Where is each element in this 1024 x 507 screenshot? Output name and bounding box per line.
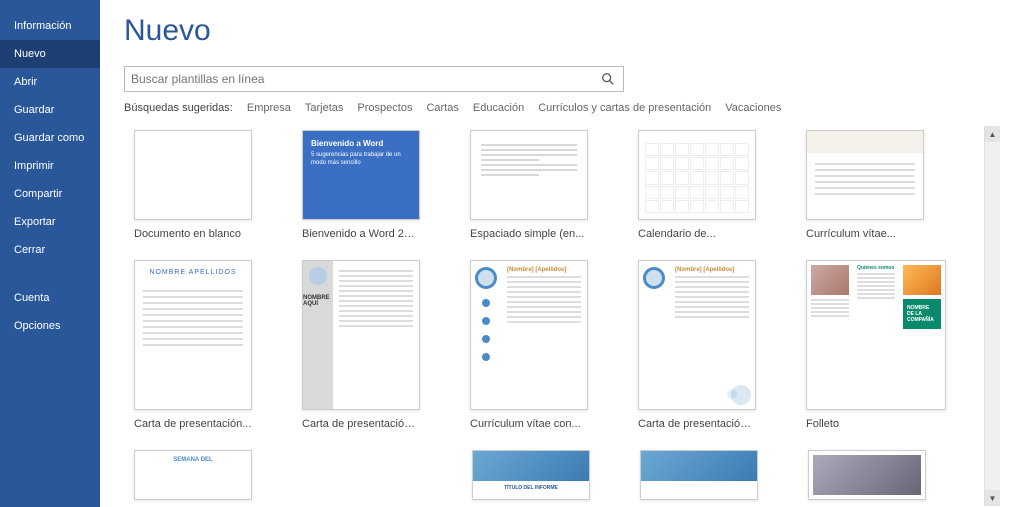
template-cover-letter[interactable]: NOMBRE APELLIDOS Carta de presentación..… (134, 260, 252, 430)
template-label: Carta de presentación c... (638, 418, 756, 430)
template-thumb: Quiénes somos NOMBRE DE LA COMPAÑÍA (806, 260, 946, 410)
sidebar-item-share[interactable]: Compartir (0, 180, 100, 208)
backstage-sidebar: Información Nuevo Abrir Guardar Guardar … (0, 0, 100, 507)
brochure-title: Quiénes somos (857, 265, 895, 271)
template-cover-circles[interactable]: [Nombre] [Apellidos] Carta de presentaci… (638, 260, 756, 430)
suggested-searches: Búsquedas sugeridas: Empresa Tarjetas Pr… (124, 102, 1000, 114)
sidebar-item-save[interactable]: Guardar (0, 96, 100, 124)
template-welcome[interactable]: Bienvenido a Word 5 sugerencias para tra… (302, 130, 420, 240)
template-thumb (134, 130, 252, 220)
template-thumb: TÍTULO DEL INFORME (472, 450, 590, 500)
sidebar-item-options[interactable]: Opciones (0, 312, 100, 340)
cv-name: [Nombre] [Apellidos] (675, 267, 749, 273)
template-label: Currículum vítae... (806, 228, 924, 240)
template-thumb (638, 130, 756, 220)
welcome-title: Bienvenido a Word (311, 139, 411, 148)
template-label: Carta de presentación... (134, 418, 252, 430)
search-icon[interactable] (599, 70, 617, 88)
template-thumb (806, 130, 924, 220)
page-title: Nuevo (124, 14, 1000, 48)
template-cv[interactable]: Currículum vítae... (806, 130, 924, 240)
template-label: Folleto (806, 418, 924, 430)
avatar-circle-icon (475, 267, 497, 289)
template-label: Currículum vítae con... (470, 418, 588, 430)
sidebar-item-saveas[interactable]: Guardar como (0, 124, 100, 152)
template-label: Carta de presentación gr... (302, 418, 420, 430)
report-title: TÍTULO DEL INFORME (473, 481, 589, 495)
template-label: Calendario de... (638, 228, 756, 240)
suggest-link-prospectos[interactable]: Prospectos (357, 102, 412, 114)
suggest-link-curriculos[interactable]: Currículos y cartas de presentación (538, 102, 711, 114)
template-thumb (640, 450, 758, 500)
template-label: Bienvenido a Word 2013 (302, 228, 420, 240)
template-cover-letter-gray[interactable]: NOMBRE AQUÍ Carta de presentación gr... (302, 260, 420, 430)
template-calendar[interactable]: Calendario de... (638, 130, 756, 240)
template-thumb (470, 130, 588, 220)
sidebar-item-info[interactable]: Información (0, 12, 100, 40)
template-thumb (808, 450, 926, 500)
template-week[interactable]: SEMANA DEL (134, 450, 252, 500)
suggested-label: Búsquedas sugeridas: (124, 102, 233, 114)
week-header: SEMANA DEL (135, 451, 251, 463)
cv-name: [Nombre] [Apellidos] (507, 267, 581, 273)
suggest-link-cartas[interactable]: Cartas (426, 102, 458, 114)
template-thumb: [Nombre] [Apellidos] (470, 260, 588, 410)
template-brochure[interactable]: Quiénes somos NOMBRE DE LA COMPAÑÍA Foll… (806, 260, 924, 430)
template-label: Espaciado simple (en... (470, 228, 588, 240)
sidebar-item-close[interactable]: Cerrar (0, 236, 100, 264)
template-blank[interactable]: Documento en blanco (134, 130, 252, 240)
suggest-link-tarjetas[interactable]: Tarjetas (305, 102, 344, 114)
template-thumb: SEMANA DEL (134, 450, 252, 500)
search-box[interactable] (124, 66, 624, 92)
suggest-link-educacion[interactable]: Educación (473, 102, 524, 114)
resume-name: NOMBRE AQUÍ (303, 295, 333, 307)
sidebar-item-new[interactable]: Nuevo (0, 40, 100, 68)
template-hands[interactable] (808, 450, 926, 500)
suggest-link-vacaciones[interactable]: Vacaciones (725, 102, 781, 114)
suggest-link-empresa[interactable]: Empresa (247, 102, 291, 114)
template-cv-circles[interactable]: [Nombre] [Apellidos] Currículum vítae co… (470, 260, 588, 430)
sidebar-item-print[interactable]: Imprimir (0, 152, 100, 180)
template-gallery: Documento en blanco Bienvenido a Word 5 … (124, 126, 1000, 504)
template-thumb: NOMBRE APELLIDOS (134, 260, 252, 410)
main-panel: Nuevo Búsquedas sugeridas: Empresa Tarje… (100, 0, 1024, 507)
template-thumb: Bienvenido a Word 5 sugerencias para tra… (302, 130, 420, 220)
template-simple-spacing[interactable]: Espaciado simple (en... (470, 130, 588, 240)
avatar-circle-icon (643, 267, 665, 289)
scroll-up-icon[interactable]: ▲ (985, 126, 1000, 142)
scroll-track[interactable] (985, 142, 1000, 490)
template-thumb: [Nombre] [Apellidos] (638, 260, 756, 410)
welcome-subtitle: 5 sugerencias para trabajar de un modo m… (311, 152, 411, 168)
search-input[interactable] (131, 72, 599, 86)
scroll-down-icon[interactable]: ▼ (985, 490, 1000, 506)
avatar-icon (309, 267, 327, 285)
letter-name: NOMBRE APELLIDOS (135, 261, 251, 280)
sidebar-item-account[interactable]: Cuenta (0, 284, 100, 312)
template-generic[interactable]: TÍTULO DEL INFORME (472, 450, 590, 500)
template-label: Documento en blanco (134, 228, 252, 240)
scrollbar[interactable]: ▲ ▼ (984, 126, 1000, 506)
sidebar-item-export[interactable]: Exportar (0, 208, 100, 236)
brochure-company: NOMBRE DE LA COMPAÑÍA (903, 299, 941, 329)
sidebar-item-open[interactable]: Abrir (0, 68, 100, 96)
template-report[interactable] (640, 450, 758, 500)
template-thumb: NOMBRE AQUÍ (302, 260, 420, 410)
